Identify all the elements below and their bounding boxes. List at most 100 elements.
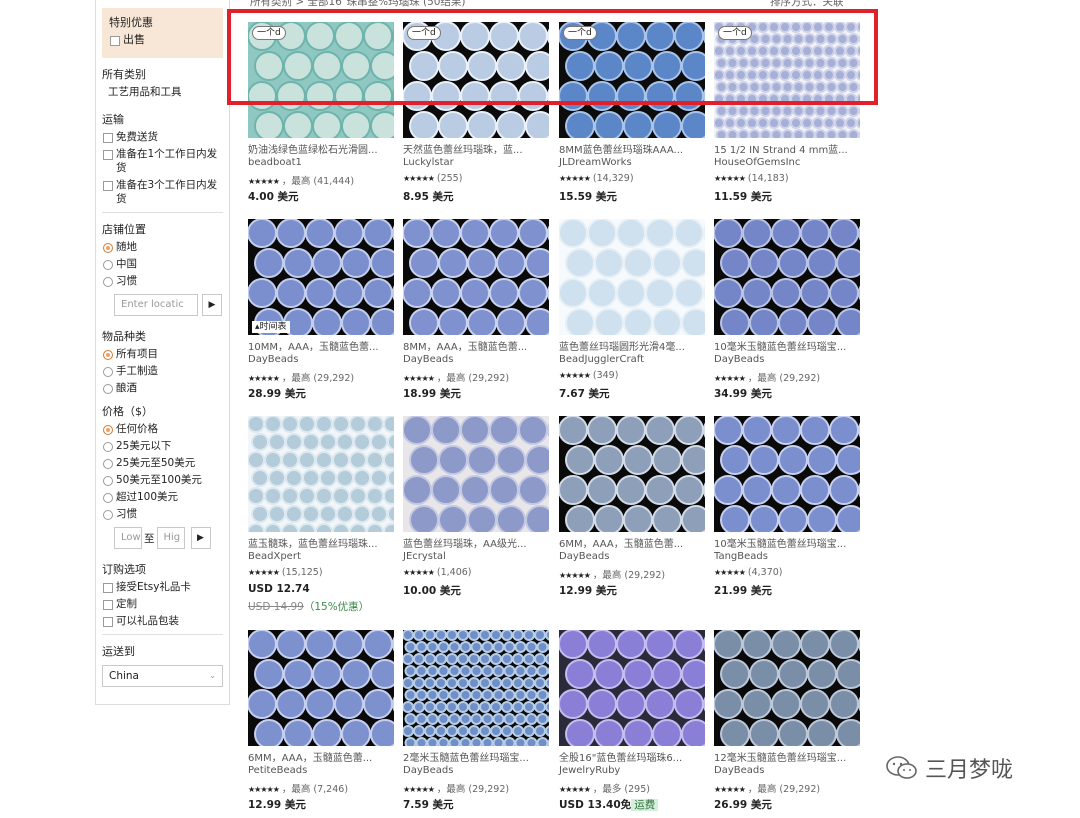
radio-button[interactable] (103, 260, 113, 270)
product-title[interactable]: 8MM，AAA，玉髓蓝色蕾... (403, 338, 549, 352)
sort-dropdown[interactable]: 排序方式：关联 (770, 0, 844, 9)
shop-name[interactable]: Luckylstar (403, 157, 549, 171)
product-card[interactable]: 6MM，AAA，玉髓蓝色蕾... PetiteBeads ★★★★★ ，最高 (7,… (248, 630, 394, 811)
location-input[interactable]: Enter locatic (114, 294, 198, 316)
product-card[interactable]: 8MM，AAA，玉髓蓝色蕾... DayBeads ★★★★★ ，最高 (29,29… (403, 219, 549, 400)
shop-name[interactable]: JLDreamWorks (559, 157, 705, 171)
product-image[interactable] (714, 219, 860, 335)
product-card[interactable]: 10毫米玉髓蓝色蕾丝玛瑙宝... TangBeads ★★★★★ (4,370) 21… (714, 416, 860, 597)
location-option[interactable]: 随地 (102, 240, 223, 254)
product-title[interactable]: 蓝色蕾丝玛瑙圆形光滑4毫... (559, 338, 705, 352)
product-image[interactable] (714, 416, 860, 532)
checkbox[interactable] (103, 150, 113, 160)
radio-button[interactable] (103, 243, 113, 253)
order-option[interactable]: 定制 (102, 597, 223, 611)
breadcrumb[interactable]: 所有类别 > 全部16"珠串整%玛瑙珠 (50结果) (250, 0, 466, 9)
order-option[interactable]: 接受Etsy礼品卡 (102, 580, 223, 594)
ship-to-select[interactable]: China ⌄ (102, 665, 223, 687)
shop-name[interactable]: DayBeads (403, 354, 549, 368)
product-image[interactable] (403, 416, 549, 532)
product-image[interactable] (248, 630, 394, 746)
product-image[interactable] (714, 630, 860, 746)
product-title[interactable]: 2毫米玉髓蓝色蕾丝玛瑙宝... (403, 749, 549, 763)
checkbox[interactable] (103, 600, 113, 610)
checkbox[interactable] (103, 617, 113, 627)
product-image[interactable] (559, 219, 705, 335)
shop-name[interactable]: BeadJugglerCraft (559, 354, 705, 368)
radio-button[interactable] (103, 350, 113, 360)
price-option[interactable]: 25美元至50美元 (102, 456, 223, 470)
product-image[interactable] (403, 219, 549, 335)
product-image[interactable] (559, 416, 705, 532)
shipping-option[interactable]: 准备在1个工作日内发货 (102, 147, 223, 175)
product-title[interactable]: 全股16"蓝色蕾丝玛瑙珠6... (559, 749, 705, 763)
shop-name[interactable]: beadboat1 (248, 157, 394, 171)
product-card[interactable]: 全股16"蓝色蕾丝玛瑙珠6... JewelryRuby ★★★★★ ，最多 (29… (559, 630, 705, 811)
location-option[interactable]: 中国 (102, 257, 223, 271)
product-image[interactable]: ▴时间表 (248, 219, 394, 335)
radio-button[interactable] (103, 493, 113, 503)
product-title[interactable]: 12毫米玉髓蓝色蕾丝玛瑙宝... (714, 749, 860, 763)
product-card[interactable]: 蓝色蕾丝玛瑙圆形光滑4毫... BeadJugglerCraft ★★★★★ (34… (559, 219, 705, 400)
product-card[interactable]: ▴时间表 10MM，AAA，玉髓蓝色蕾... DayBeads ★★★★★ ，最高 (… (248, 219, 394, 400)
shipping-option[interactable]: 免费送货 (102, 130, 223, 144)
shop-name[interactable]: DayBeads (714, 354, 860, 368)
location-go-button[interactable]: ▶ (202, 294, 222, 316)
product-card[interactable]: 10毫米玉髓蓝色蕾丝玛瑙宝... DayBeads ★★★★★ ，最高 (29,29… (714, 219, 860, 400)
shop-name[interactable]: BeadXpert (248, 551, 394, 565)
location-option[interactable]: 习惯 (102, 274, 223, 288)
product-title[interactable]: 蓝色蕾丝玛瑙珠，AA级光... (403, 535, 549, 549)
radio-button[interactable] (103, 476, 113, 486)
product-image[interactable] (559, 630, 705, 746)
radio-button[interactable] (103, 459, 113, 469)
radio-button[interactable] (103, 277, 113, 287)
shop-name[interactable]: JewelryRuby (559, 765, 705, 779)
radio-button[interactable] (103, 425, 113, 435)
shop-name[interactable]: TangBeads (714, 551, 860, 565)
product-title[interactable]: 天然蓝色蕾丝玛瑙珠，蓝... (403, 141, 549, 155)
radio-button[interactable] (103, 510, 113, 520)
price-option[interactable]: 任何价格 (102, 422, 223, 436)
product-card[interactable]: 蓝色蕾丝玛瑙珠，AA级光... JEcrystal ★★★★★ (1,406) 10.… (403, 416, 549, 597)
checkbox[interactable] (103, 181, 113, 191)
shop-name[interactable]: JEcrystal (403, 551, 549, 565)
item-type-option[interactable]: 所有项目 (102, 347, 223, 361)
product-title[interactable]: 15 1/2 IN Strand 4 mm蓝... (714, 141, 860, 155)
shop-name[interactable]: DayBeads (559, 551, 705, 565)
shop-name[interactable]: PetiteBeads (248, 765, 394, 779)
shipping-option[interactable]: 准备在3个工作日内发货 (102, 178, 223, 206)
shop-name[interactable]: DayBeads (248, 354, 394, 368)
shop-name[interactable]: DayBeads (403, 765, 549, 779)
product-title[interactable]: 10毫米玉髓蓝色蕾丝玛瑙宝... (714, 338, 860, 352)
shop-name[interactable]: HouseOfGemsInc (714, 157, 860, 171)
radio-button[interactable] (103, 367, 113, 377)
price-option[interactable]: 50美元至100美元 (102, 473, 223, 487)
product-image[interactable] (403, 630, 549, 746)
on-sale-option[interactable]: 出售 (109, 33, 216, 47)
item-type-option[interactable]: 手工制造 (102, 364, 223, 378)
price-option[interactable]: 25美元以下 (102, 439, 223, 453)
radio-button[interactable] (103, 442, 113, 452)
price-low-input[interactable]: Low (114, 527, 142, 549)
checkbox[interactable] (103, 133, 113, 143)
product-card[interactable]: 12毫米玉髓蓝色蕾丝玛瑙宝... DayBeads ★★★★★ ，最高 (29,29… (714, 630, 860, 811)
category-link[interactable]: 工艺用品和工具 (102, 84, 223, 99)
product-title[interactable]: 6MM，AAA，玉髓蓝色蕾... (559, 535, 705, 549)
product-title[interactable]: 8MM蓝色蕾丝玛瑙珠AAA... (559, 141, 705, 155)
price-option[interactable]: 超过100美元 (102, 490, 223, 504)
price-high-input[interactable]: Hig (156, 527, 185, 549)
shop-name[interactable]: DayBeads (714, 765, 860, 779)
checkbox[interactable] (103, 583, 113, 593)
radio-button[interactable] (103, 384, 113, 394)
checkbox[interactable] (110, 36, 120, 46)
product-title[interactable]: 10MM，AAA，玉髓蓝色蕾... (248, 338, 394, 352)
product-title[interactable]: 10毫米玉髓蓝色蕾丝玛瑙宝... (714, 535, 860, 549)
product-title[interactable]: 6MM，AAA，玉髓蓝色蕾... (248, 749, 394, 763)
product-card[interactable]: 6MM，AAA，玉髓蓝色蕾... DayBeads ★★★★★ ，最高 (29,29… (559, 416, 705, 597)
price-go-button[interactable]: ▶ (190, 527, 211, 549)
product-card[interactable]: 蓝玉髓珠，蓝色蕾丝玛瑙珠... BeadXpert ★★★★★ (15,125) US… (248, 416, 394, 613)
price-option[interactable]: 习惯 (102, 507, 223, 521)
order-option[interactable]: 可以礼品包装 (102, 614, 223, 628)
product-image[interactable] (248, 416, 394, 532)
product-title[interactable]: 蓝玉髓珠，蓝色蕾丝玛瑙珠... (248, 535, 394, 549)
